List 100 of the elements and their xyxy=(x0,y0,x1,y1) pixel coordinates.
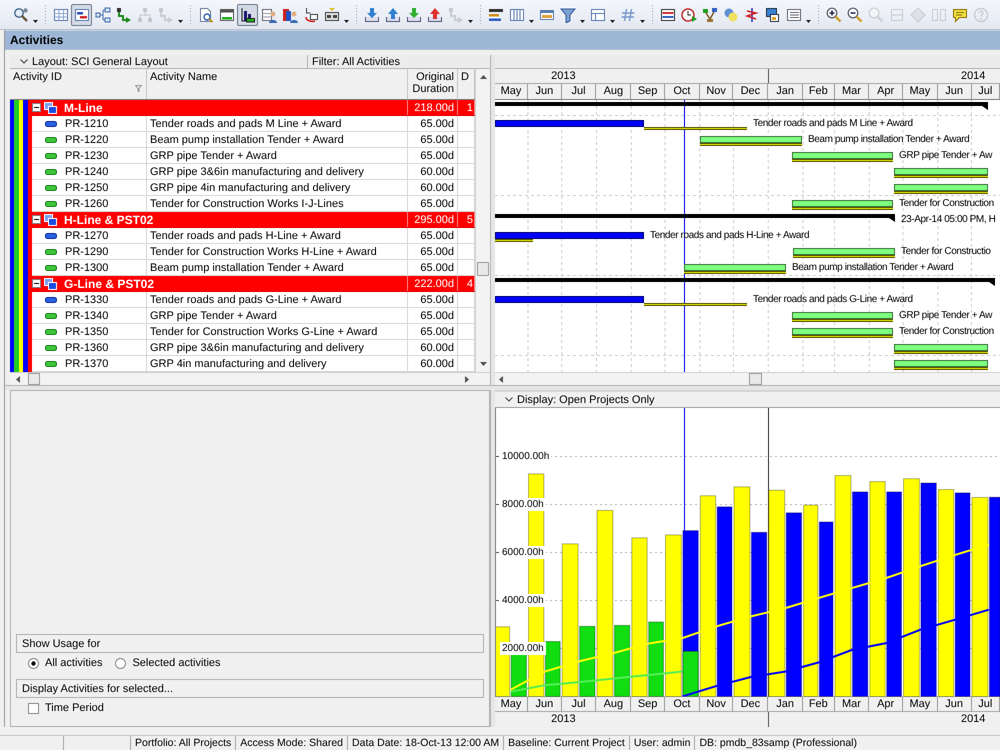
table-cell: PR-1300 xyxy=(65,262,108,274)
bar-label: Tender for Constructio xyxy=(901,245,991,259)
section-header: Display Activities for selected... xyxy=(16,679,484,698)
table-cell: Tender for Construction Works I-J-Lines xyxy=(150,198,344,210)
y-tick-label: 8000.00h xyxy=(500,498,546,511)
status-field: DB: pmdb_83samp (Professional) xyxy=(694,736,862,750)
triangle-down-icon[interactable] xyxy=(480,362,486,366)
table-cell: Tender roads and pads M Line + Award xyxy=(150,118,342,130)
table-cell: PR-1350 xyxy=(65,326,108,338)
checkbox-icon[interactable] xyxy=(28,702,39,714)
table-cell: Tender roads and pads H-Line + Award xyxy=(150,230,341,242)
timescale-month: Jul xyxy=(972,84,1000,99)
group-name: G-Line & PST02 xyxy=(64,276,154,290)
scrollbar-thumb[interactable] xyxy=(28,373,40,385)
table-cell: Tender roads and pads G-Line + Award xyxy=(150,294,342,306)
table-cell: GRP pipe Tender + Award xyxy=(150,310,277,322)
column-header[interactable]: Activity ID xyxy=(10,69,147,99)
table-cell: 65.00d xyxy=(420,262,454,274)
table-cell: 5 xyxy=(466,214,473,226)
table-cell: Beam pump installation Tender + Award xyxy=(150,134,344,146)
bar-label: Tender roads and pads M Line + Award xyxy=(753,117,913,131)
table-cell: 218.00d xyxy=(414,102,454,114)
table-cell: 1 xyxy=(466,102,473,114)
caret-icon[interactable] xyxy=(640,20,645,22)
table-cell: PR-1240 xyxy=(65,166,108,178)
group-row[interactable]: M-Line 218.00d 1 xyxy=(32,100,475,116)
caret-icon[interactable] xyxy=(178,20,183,22)
column-header[interactable]: Original Duration xyxy=(408,69,458,99)
table-cell: GRP pipe 3&6in manufacturing and delivery xyxy=(150,166,364,178)
caret-icon[interactable] xyxy=(806,20,811,22)
bar-label: Beam pump installation Tender + Award xyxy=(808,133,970,147)
section-header: Show Usage for xyxy=(16,634,484,653)
scrollbar-thumb[interactable] xyxy=(749,373,762,385)
status-field: Data Date: 18-Oct-13 12:00 AM xyxy=(347,736,504,750)
timescale-month: Jun xyxy=(528,84,562,99)
group-row[interactable]: G-Line & PST02 222.00d 4 xyxy=(32,276,475,292)
radio-icon[interactable] xyxy=(115,658,126,668)
baseline-bar xyxy=(495,239,533,242)
timescale-month: Nov xyxy=(700,84,734,99)
timescale-month: Jul xyxy=(562,84,596,99)
triangle-up-icon[interactable] xyxy=(480,75,486,79)
status-field: Baseline: Current Project xyxy=(503,736,629,750)
caret-icon[interactable] xyxy=(610,20,615,22)
horizontal-scrollbar[interactable] xyxy=(495,372,1000,385)
radio-icon[interactable] xyxy=(28,658,39,668)
radio-button[interactable]: All activities xyxy=(28,656,102,670)
display-filter-label[interactable]: Display: Open Projects Only xyxy=(517,394,655,406)
table-cell: 65.00d xyxy=(420,134,454,146)
table-cell: 65.00d xyxy=(420,230,454,242)
table-cell: PR-1330 xyxy=(65,294,108,306)
panel-title: Activities xyxy=(10,33,64,47)
chevron-down-icon[interactable] xyxy=(20,59,28,64)
triangle-right-icon[interactable] xyxy=(465,376,469,382)
y-tick-label: 4000.00h xyxy=(500,594,546,607)
table-cell: PR-1210 xyxy=(65,118,108,130)
minus-box-icon[interactable] xyxy=(32,279,41,288)
timescale-month: Dec xyxy=(733,84,768,99)
stacked-squares-icon xyxy=(44,102,57,114)
table-cell: 65.00d xyxy=(420,310,454,322)
horizontal-scrollbar[interactable] xyxy=(10,372,490,385)
minus-box-icon[interactable] xyxy=(32,103,41,112)
radio-button[interactable]: Selected activities xyxy=(115,656,221,670)
timescale-month: Oct xyxy=(664,84,700,99)
year-label: 2014 xyxy=(960,712,986,726)
timescale-month: Jun xyxy=(938,84,972,99)
bar-label: Beam pump installation Tender + Award xyxy=(792,261,954,275)
caret-icon[interactable] xyxy=(529,20,534,22)
status-field: Access Mode: Shared xyxy=(235,736,348,750)
scrollbar-thumb[interactable] xyxy=(477,262,489,276)
minus-box-icon[interactable] xyxy=(32,215,41,224)
triangle-left-icon[interactable] xyxy=(16,376,20,382)
year-label: 2014 xyxy=(960,69,986,83)
layout-label[interactable]: Layout: SCI General Layout xyxy=(32,56,168,68)
caret-icon[interactable] xyxy=(580,20,585,22)
checkbox[interactable]: Time Period xyxy=(28,702,104,714)
table-cell: 60.00d xyxy=(420,182,454,194)
table-cell: Tender for Construction Works G-Line + Award xyxy=(150,326,378,338)
timescale-month: May xyxy=(903,84,938,99)
column-header[interactable]: Activity Name xyxy=(147,69,408,99)
filter-label[interactable]: Filter: All Activities xyxy=(312,56,400,68)
table-cell: PR-1370 xyxy=(65,358,108,370)
chevron-down-icon[interactable] xyxy=(505,397,513,402)
bar-label: GRP pipe Tender + Aw xyxy=(899,309,992,323)
table-cell: GRP pipe 3&6in manufacturing and delivery xyxy=(150,342,364,354)
table-cell: Tender for Construction Works H-Line + Award xyxy=(150,246,377,258)
bar-label: Tender for Construction xyxy=(899,325,994,339)
table-cell: Beam pump installation Tender + Award xyxy=(150,262,344,274)
y-tick-label: 6000.00h xyxy=(500,546,546,559)
caret-icon[interactable] xyxy=(33,20,38,22)
bar-label: 23-Apr-14 05:00 PM, H xyxy=(901,213,996,227)
vertical-scrollbar[interactable] xyxy=(475,69,490,372)
timescale-month: Mar xyxy=(834,84,870,99)
table-cell: 65.00d xyxy=(420,326,454,338)
timescale-month: May xyxy=(495,84,528,99)
table-cell: PR-1230 xyxy=(65,150,108,162)
group-row[interactable]: H-Line & PST02 295.00d 5 xyxy=(32,212,475,228)
caret-icon[interactable] xyxy=(344,20,349,22)
caret-icon[interactable] xyxy=(468,20,473,22)
table-cell: 65.00d xyxy=(420,246,454,258)
triangle-left-icon[interactable] xyxy=(499,376,503,382)
